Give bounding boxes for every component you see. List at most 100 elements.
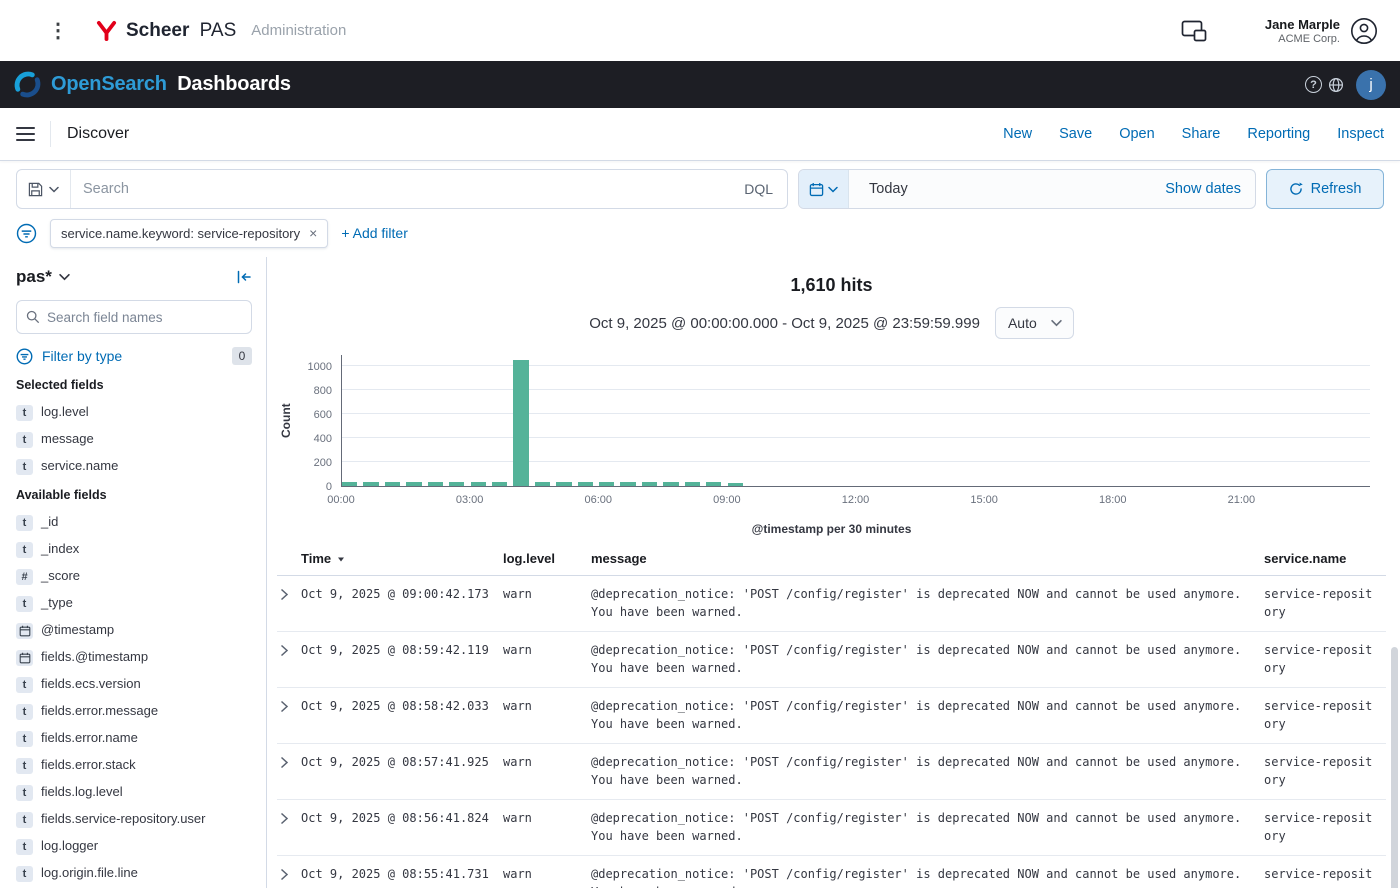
field-name: fields.log.level bbox=[41, 784, 123, 800]
histogram-bar[interactable] bbox=[385, 482, 400, 486]
nav-action-inspect[interactable]: Inspect bbox=[1337, 126, 1384, 142]
field-item-fields.service-repository.user[interactable]: tfields.service-repository.user bbox=[16, 806, 252, 833]
field-item-_score[interactable]: #_score bbox=[16, 563, 252, 590]
field-item-log.logger[interactable]: tlog.logger bbox=[16, 833, 252, 860]
suite-name: Dashboards bbox=[177, 73, 291, 95]
histogram-bar[interactable] bbox=[706, 482, 721, 486]
refresh-icon bbox=[1289, 182, 1303, 196]
search-input[interactable] bbox=[71, 181, 730, 197]
x-tick-label: 00:00 bbox=[327, 494, 355, 506]
text-field-icon: t bbox=[16, 596, 33, 612]
collapse-sidebar-icon[interactable] bbox=[236, 269, 252, 285]
field-item-log.origin.file.line[interactable]: tlog.origin.file.line bbox=[16, 860, 252, 887]
index-pattern-selector[interactable]: pas* bbox=[16, 267, 70, 287]
filter-by-type-button[interactable]: Filter by type 0 bbox=[16, 347, 252, 365]
table-row: Oct 9, 2025 @ 08:57:41.925warn@deprecati… bbox=[277, 744, 1386, 800]
cell-service-name: service-repository bbox=[1264, 698, 1386, 733]
row-expand-toggle[interactable] bbox=[277, 642, 301, 677]
table-header: Time log.level message service.name bbox=[277, 546, 1386, 576]
column-header-time[interactable]: Time bbox=[301, 551, 503, 566]
nav-actions: New Save Open Share Reporting Inspect bbox=[1003, 126, 1384, 142]
show-dates-button[interactable]: Show dates bbox=[1151, 181, 1255, 197]
text-field-icon: t bbox=[16, 812, 33, 828]
histogram-bar[interactable] bbox=[642, 482, 657, 486]
histogram-bar[interactable] bbox=[535, 482, 550, 486]
user-avatar-icon[interactable] bbox=[1350, 17, 1378, 45]
histogram-bar[interactable] bbox=[663, 482, 678, 486]
histogram-bar[interactable] bbox=[428, 482, 443, 486]
field-item-fields.ecs.version[interactable]: tfields.ecs.version bbox=[16, 671, 252, 698]
field-search-input[interactable] bbox=[47, 310, 242, 325]
cell-message: @deprecation_notice: 'POST /config/regis… bbox=[591, 642, 1264, 677]
field-item-fields.log.level[interactable]: tfields.log.level bbox=[16, 779, 252, 806]
histogram-bar[interactable] bbox=[599, 482, 614, 486]
histogram-bar[interactable] bbox=[342, 482, 357, 486]
saved-queries-button[interactable] bbox=[17, 170, 71, 208]
query-language-button[interactable]: DQL bbox=[730, 181, 787, 197]
field-item-@timestamp[interactable]: @timestamp bbox=[16, 617, 252, 644]
hamburger-menu-icon[interactable] bbox=[16, 127, 35, 141]
filter-list-icon[interactable] bbox=[16, 223, 37, 244]
nav-action-save[interactable]: Save bbox=[1059, 126, 1092, 142]
nav-action-open[interactable]: Open bbox=[1119, 126, 1154, 142]
nav-action-reporting[interactable]: Reporting bbox=[1247, 126, 1310, 142]
date-range-display[interactable]: Today bbox=[849, 181, 1151, 197]
y-tick-label: 1000 bbox=[308, 361, 332, 373]
field-item-log.level[interactable]: tlog.level bbox=[16, 399, 252, 426]
gridline bbox=[342, 437, 1370, 438]
histogram-bar[interactable] bbox=[685, 482, 700, 486]
field-item-message[interactable]: tmessage bbox=[16, 426, 252, 453]
field-name: log.level bbox=[41, 404, 89, 420]
refresh-button[interactable]: Refresh bbox=[1266, 169, 1384, 209]
remove-filter-icon[interactable]: × bbox=[309, 226, 317, 240]
field-item-service.name[interactable]: tservice.name bbox=[16, 453, 252, 480]
osd-user-avatar[interactable]: j bbox=[1356, 70, 1386, 100]
vertical-scrollbar[interactable] bbox=[1391, 647, 1398, 888]
row-expand-toggle[interactable] bbox=[277, 586, 301, 621]
help-icon[interactable]: ? bbox=[1305, 76, 1322, 93]
field-item-_type[interactable]: t_type bbox=[16, 590, 252, 617]
time-range-label: Oct 9, 2025 @ 00:00:00.000 - Oct 9, 2025… bbox=[589, 315, 980, 332]
histogram-bar[interactable] bbox=[513, 360, 528, 486]
section-label: Administration bbox=[251, 22, 346, 39]
histogram-bar[interactable] bbox=[471, 482, 486, 486]
histogram-bar[interactable] bbox=[449, 482, 464, 486]
row-expand-toggle[interactable] bbox=[277, 754, 301, 789]
field-item-fields.error.name[interactable]: tfields.error.name bbox=[16, 725, 252, 752]
histogram-bar[interactable] bbox=[620, 482, 635, 486]
column-header-service-name[interactable]: service.name bbox=[1264, 551, 1386, 566]
field-item-_id[interactable]: t_id bbox=[16, 509, 252, 536]
nav-action-share[interactable]: Share bbox=[1182, 126, 1221, 142]
histogram-bar[interactable] bbox=[728, 483, 743, 486]
field-item-_index[interactable]: t_index bbox=[16, 536, 252, 563]
page-title: Discover bbox=[67, 125, 129, 143]
field-item-fields.error.stack[interactable]: tfields.error.stack bbox=[16, 752, 252, 779]
cell-message: @deprecation_notice: 'POST /config/regis… bbox=[591, 698, 1264, 733]
cell-log-level: warn bbox=[503, 754, 591, 789]
row-expand-toggle[interactable] bbox=[277, 866, 301, 888]
add-filter-button[interactable]: + Add filter bbox=[341, 225, 408, 241]
filter-pill[interactable]: service.name.keyword: service-repository… bbox=[50, 219, 328, 248]
histogram-bar[interactable] bbox=[578, 482, 593, 486]
histogram-bar[interactable] bbox=[363, 482, 378, 486]
app-switcher-icon[interactable] bbox=[1181, 20, 1207, 42]
globe-icon[interactable] bbox=[1328, 77, 1344, 93]
column-header-message[interactable]: message bbox=[591, 551, 1264, 566]
histogram-bar[interactable] bbox=[556, 482, 571, 486]
field-item-fields.error.message[interactable]: tfields.error.message bbox=[16, 698, 252, 725]
column-header-log-level[interactable]: log.level bbox=[503, 551, 591, 566]
field-item-fields.@timestamp[interactable]: fields.@timestamp bbox=[16, 644, 252, 671]
date-quick-select-button[interactable] bbox=[799, 170, 849, 208]
filter-pill-label: service.name.keyword: service-repository bbox=[61, 226, 300, 241]
nav-action-new[interactable]: New bbox=[1003, 126, 1032, 142]
row-expand-toggle[interactable] bbox=[277, 698, 301, 733]
text-field-icon: t bbox=[16, 515, 33, 531]
interval-select[interactable]: Auto bbox=[995, 307, 1074, 339]
histogram-bar[interactable] bbox=[492, 482, 507, 486]
row-expand-toggle[interactable] bbox=[277, 810, 301, 845]
workspace: pas* Filter by type 0 Selec bbox=[0, 257, 1400, 888]
cell-message: @deprecation_notice: 'POST /config/regis… bbox=[591, 866, 1264, 888]
histogram-bar[interactable] bbox=[406, 482, 421, 486]
kebab-menu-icon[interactable]: ⋮ bbox=[48, 21, 68, 41]
cell-message: @deprecation_notice: 'POST /config/regis… bbox=[591, 754, 1264, 789]
